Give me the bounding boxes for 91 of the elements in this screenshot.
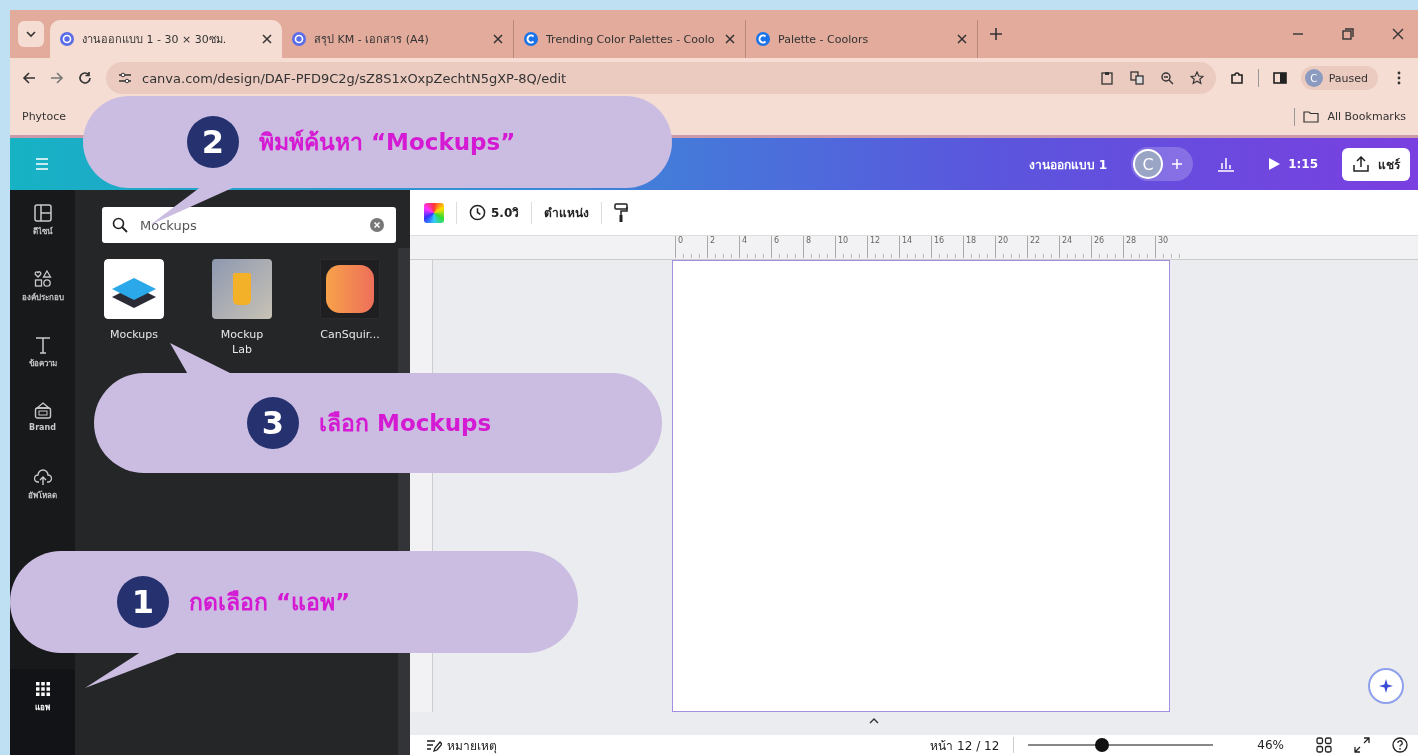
address-bar[interactable]: canva.com/design/DAF-PFD9C2g/sZ8S1xOxpZechtN5gXP-8Q/edit [106,62,1216,94]
step-number: 3 [247,397,299,449]
profile-button[interactable]: C Paused [1300,66,1378,90]
present-button[interactable]: 1:15 [1259,151,1328,177]
text-icon [33,336,52,354]
paint-roller-icon[interactable] [614,202,629,223]
browser-tab[interactable]: Palette - Coolors [746,20,978,58]
color-picker-icon[interactable] [424,202,444,223]
url-text: canva.com/design/DAF-PFD9C2g/sZ8S1xOxpZechtN5gXP-8Q/edit [142,70,567,86]
fullscreen-icon[interactable] [1354,737,1370,753]
zoom-icon[interactable] [1159,71,1174,85]
tab-title: Trending Color Palettes - Coolo [546,32,716,46]
canva-favicon-icon [60,32,74,46]
rail-item[interactable]: องค์ประกอบ [10,270,75,336]
sparkle-icon [1378,678,1394,694]
photo-placeholder [212,259,272,319]
share-button[interactable]: แชร์ [1342,147,1410,181]
search-field[interactable]: Mockups [102,207,396,243]
rail-item[interactable]: Brand [10,402,75,468]
page-indicator[interactable]: หน้า 12 / 12 [930,735,1000,755]
slider-thumb[interactable] [1095,738,1110,752]
step-number: 2 [187,116,239,168]
browser-tab[interactable]: Trending Color Palettes - Coolo [514,20,746,58]
app-tile[interactable]: Mockup Lab [210,259,274,358]
cloud-upload-icon [33,468,52,486]
position-button[interactable]: ตำแหน่ง [544,203,590,222]
upload-arrow-icon [1352,156,1370,172]
folder-icon[interactable] [1303,110,1320,123]
layout-icon [33,204,52,222]
close-icon[interactable] [493,34,503,44]
reload-icon[interactable] [78,71,92,85]
grid-view-icon[interactable] [1316,737,1332,753]
design-title[interactable]: งานออกแบบ 1 [1028,154,1108,174]
back-arrow-icon[interactable] [22,71,36,85]
site-settings-icon[interactable] [118,71,132,85]
zoom-reading: 46% [1257,738,1284,752]
tab-title: สรุป KM - เอกสาร (A4) [314,32,430,48]
canva-favicon-icon [292,32,306,46]
play-icon [1269,158,1281,170]
add-icon[interactable] [1171,158,1184,170]
layers-icon [104,259,164,319]
all-bookmarks-link[interactable]: All Bookmarks [1327,110,1406,123]
chevron-down-icon [26,30,36,38]
duration-button[interactable]: 5.0วิ [469,203,520,222]
apps-grid-icon [33,680,52,698]
coolors-favicon-icon [756,32,770,46]
app-tile[interactable]: Mockups [102,259,166,358]
callout-text: พิมพ์ค้นหา “Mockups” [259,128,516,157]
clear-icon[interactable] [370,218,384,232]
bar-chart-icon [1217,156,1236,172]
new-tab-icon[interactable] [990,28,1002,40]
bookmark-link[interactable]: Phytoce [22,110,66,123]
close-icon[interactable] [725,34,735,44]
clock-icon [469,204,486,221]
profile-avatar: C [1304,69,1323,87]
app-tile[interactable]: CanSquir... [318,259,382,358]
caret-up-icon[interactable] [869,718,879,724]
brand-kit-icon [33,402,52,420]
browser-tab[interactable]: สรุป KM - เอกสาร (A4) [282,20,514,58]
rail-item[interactable]: ข้อความ [10,336,75,402]
rail-item[interactable]: แอพ [10,669,75,725]
tab-title: Palette - Coolors [778,32,870,46]
clipboard-icon[interactable] [1099,71,1114,85]
callout-text: เลือก Mockups [319,409,492,438]
star-icon[interactable] [1189,71,1204,85]
tab-search-button[interactable] [18,21,44,47]
profile-status: Paused [1328,71,1368,85]
pencil-lines-icon [426,738,442,752]
close-icon[interactable] [957,34,967,44]
magic-button[interactable] [1368,668,1404,704]
help-icon[interactable] [1392,737,1408,753]
tab-title: งานออกแบบ 1 - 30 × 30ซม. [82,32,228,48]
close-icon[interactable] [262,34,272,44]
notes-button[interactable]: หมายเหตุ [426,735,497,755]
search-input[interactable]: Mockups [138,216,360,234]
restore-icon[interactable] [1342,28,1354,40]
extensions-icon[interactable] [1229,71,1244,85]
browser-tab[interactable]: งานออกแบบ 1 - 30 × 30ซม. [50,20,282,58]
shapes-icon [33,270,52,288]
callout-text: กดเลือก “แอพ” [189,588,351,617]
coolors-favicon-icon [524,32,538,46]
step-number: 1 [117,576,169,628]
search-icon [112,217,128,233]
translate-icon[interactable] [1129,71,1144,85]
forward-arrow-icon[interactable] [50,71,64,85]
side-panel-icon[interactable] [1272,71,1287,85]
close-icon[interactable] [1392,28,1404,40]
rail-item[interactable]: ดีไซน์ [10,204,75,270]
app-logo-icon [320,259,380,319]
rail-item[interactable]: อัพโหลด [10,468,75,534]
horizontal-ruler: 0 2 4 6 8 10 12 14 16 18 20 22 24 26 28 30 [410,236,1418,260]
